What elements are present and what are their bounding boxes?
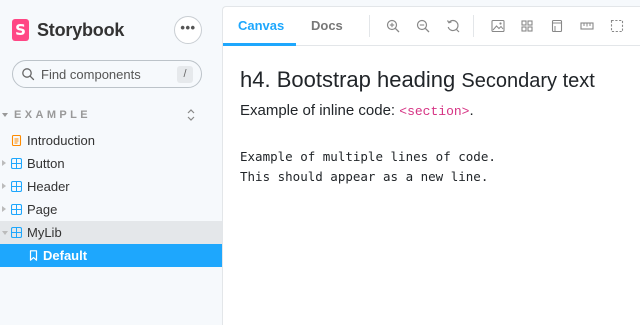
tree-item-button[interactable]: Button xyxy=(0,152,222,175)
menu-button[interactable]: ••• xyxy=(174,16,202,44)
zoom-out-icon[interactable] xyxy=(416,19,430,33)
search-icon xyxy=(22,68,35,81)
heading-text: h4. Bootstrap heading xyxy=(240,67,456,92)
search-box[interactable]: / xyxy=(12,60,202,88)
brand-name: Storybook xyxy=(37,19,125,40)
inline-code-prefix: Example of inline code: xyxy=(240,102,400,119)
heading-secondary-text: Secondary text xyxy=(461,70,595,92)
bookmark-icon xyxy=(29,250,38,261)
search-shortcut-badge: / xyxy=(177,66,193,83)
preview-panel: Canvas Docs h4. Bootstrap heading Second… xyxy=(222,6,640,325)
preview-toolbar: Canvas Docs xyxy=(223,7,640,46)
caret-right-icon xyxy=(2,183,6,189)
component-icon xyxy=(11,204,22,215)
storybook-logo-icon: S xyxy=(12,19,29,41)
component-tree: Introduction Button Header Page MyLib De… xyxy=(0,129,222,267)
component-icon xyxy=(11,181,22,192)
toolbar-divider xyxy=(473,15,474,37)
search-input[interactable] xyxy=(41,66,161,82)
inline-code-paragraph: Example of inline code: <section>. xyxy=(240,102,474,119)
active-tab-indicator xyxy=(223,43,296,46)
inline-code-suffix: . xyxy=(469,102,474,119)
measure-icon[interactable] xyxy=(580,19,594,33)
caret-down-icon xyxy=(2,113,8,117)
tab-docs[interactable]: Docs xyxy=(311,18,343,33)
tab-canvas[interactable]: Canvas xyxy=(238,18,284,33)
section-title: EXAMPLE xyxy=(14,109,91,121)
outline-icon[interactable] xyxy=(610,19,624,33)
code-block: Example of multiple lines of code. This … xyxy=(240,149,496,184)
component-icon xyxy=(11,158,22,169)
tree-item-label: Header xyxy=(27,179,70,194)
caret-right-icon xyxy=(2,206,6,212)
tree-item-label: Introduction xyxy=(27,133,95,148)
tree-item-default[interactable]: Default xyxy=(0,244,222,267)
grid-icon[interactable] xyxy=(520,19,534,33)
toolbar-divider xyxy=(369,15,370,37)
section-header-example[interactable]: EXAMPLE xyxy=(0,107,210,123)
story-heading: h4. Bootstrap heading Secondary text xyxy=(240,67,595,93)
tree-item-introduction[interactable]: Introduction xyxy=(0,129,222,152)
tree-item-label: MyLib xyxy=(27,225,62,240)
zoom-reset-icon[interactable] xyxy=(446,19,460,33)
background-icon[interactable] xyxy=(491,19,505,33)
tree-item-label: Page xyxy=(27,202,58,217)
caret-right-icon xyxy=(2,160,6,166)
tree-item-mylib[interactable]: MyLib xyxy=(0,221,222,244)
expand-collapse-icon[interactable] xyxy=(186,108,196,122)
component-icon xyxy=(11,227,22,238)
tree-item-label: Default xyxy=(43,248,88,263)
brand[interactable]: S Storybook xyxy=(12,18,124,42)
zoom-in-icon[interactable] xyxy=(386,19,400,33)
document-icon xyxy=(11,135,22,146)
tree-item-header[interactable]: Header xyxy=(0,175,222,198)
tree-item-page[interactable]: Page xyxy=(0,198,222,221)
ellipsis-icon: ••• xyxy=(180,20,196,35)
sidebar: S Storybook ••• / EXAMPLE Introduction xyxy=(0,0,222,325)
viewport-icon[interactable] xyxy=(550,19,564,33)
caret-down-icon xyxy=(2,231,8,235)
inline-code: <section> xyxy=(399,104,470,119)
tree-item-label: Button xyxy=(27,156,65,171)
